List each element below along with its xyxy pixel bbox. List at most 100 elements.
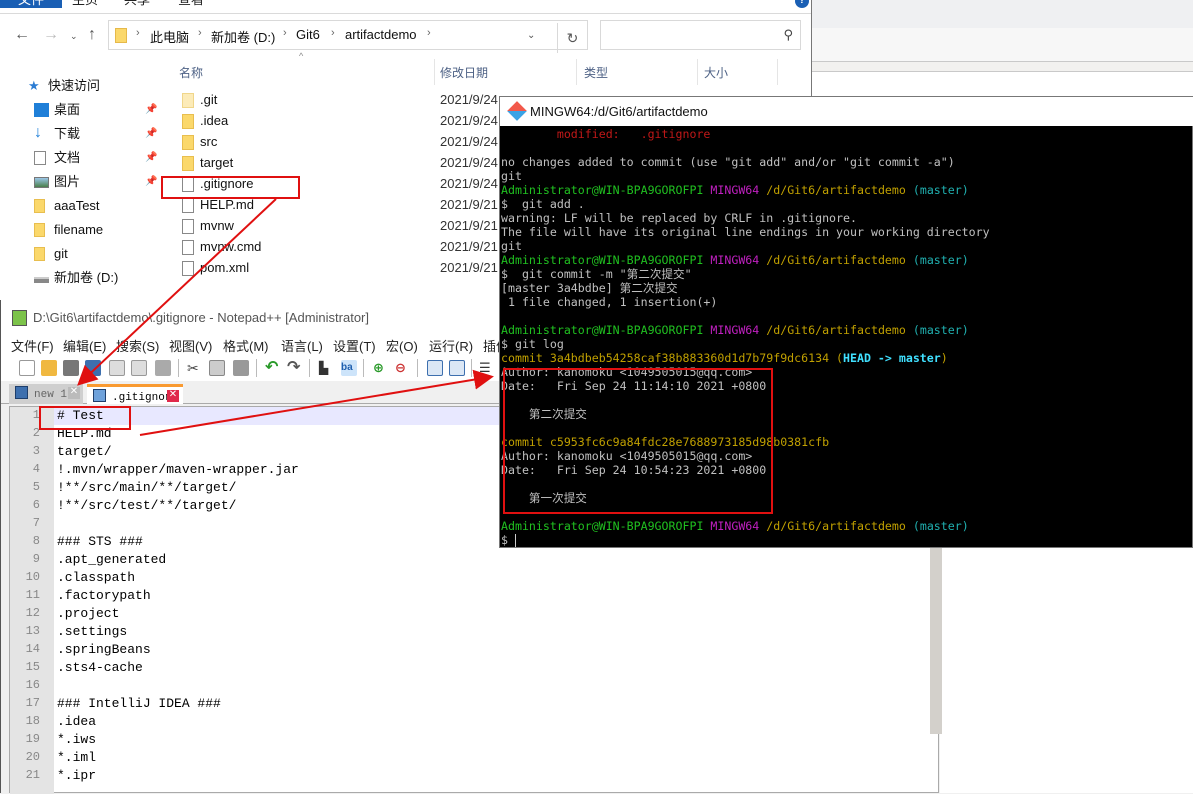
menu-run[interactable]: 运行(R) bbox=[429, 336, 473, 355]
ribbon-tab-home[interactable]: 主页 bbox=[72, 0, 98, 8]
open-file-icon[interactable] bbox=[41, 360, 57, 376]
menu-edit[interactable]: 编辑(E) bbox=[63, 336, 106, 355]
navigation-pane: ★ 快速访问 桌面 📌 ↓ 下载 📌 文档 📌 图片 📌 aaaTest fil… bbox=[28, 78, 158, 285]
line-number: 12 bbox=[25, 606, 40, 620]
print-icon[interactable] bbox=[155, 360, 171, 376]
breadcrumb-item[interactable]: 新加卷 (D:) bbox=[211, 27, 275, 46]
pin-icon[interactable]: 📌 bbox=[145, 152, 157, 163]
pin-icon[interactable]: 📌 bbox=[145, 176, 157, 187]
file-name: HELP.md bbox=[200, 197, 254, 212]
menu-settings[interactable]: 设置(T) bbox=[333, 336, 376, 355]
menu-language[interactable]: 语言(L) bbox=[281, 336, 323, 355]
copy-icon[interactable] bbox=[209, 360, 225, 376]
file-date: 2021/9/24 bbox=[440, 134, 498, 149]
chevron-down-icon[interactable]: ⌄ bbox=[527, 30, 535, 41]
ribbon-tab-view[interactable]: 查看 bbox=[178, 0, 204, 8]
terminal-line: git bbox=[501, 239, 522, 253]
pictures-icon bbox=[34, 177, 49, 188]
tab-new-1[interactable]: new 1 ✕ bbox=[9, 384, 83, 404]
sync-vertical-icon[interactable] bbox=[427, 360, 443, 376]
close-tab-icon[interactable]: ✕ bbox=[68, 387, 80, 399]
line-number: 2 bbox=[32, 426, 40, 440]
menu-format[interactable]: 格式(M) bbox=[223, 336, 269, 355]
file-date: 2021/9/24 bbox=[440, 92, 498, 107]
terminal-title: MINGW64:/d/Git6/artifactdemo bbox=[530, 104, 708, 119]
code-line: .project bbox=[57, 606, 120, 621]
code-line: *.iml bbox=[57, 750, 97, 765]
file-date: 2021/9/24 bbox=[440, 113, 498, 128]
find-icon[interactable]: ▙ bbox=[319, 360, 335, 376]
up-button[interactable]: ↑ bbox=[88, 26, 96, 44]
folder-icon bbox=[182, 93, 194, 108]
refresh-button[interactable]: ↻ bbox=[557, 23, 587, 53]
file-name: .git bbox=[200, 92, 218, 107]
line-number: 16 bbox=[25, 678, 40, 692]
word-wrap-icon[interactable]: ☰ bbox=[479, 360, 495, 376]
file-name: mvnw bbox=[200, 218, 234, 233]
new-file-icon[interactable] bbox=[19, 360, 35, 376]
file-icon bbox=[182, 198, 194, 213]
folder-icon bbox=[115, 28, 127, 43]
line-number: 4 bbox=[32, 462, 40, 476]
search-input[interactable]: ⚲ bbox=[600, 20, 801, 50]
zoom-in-icon[interactable]: ⊕ bbox=[373, 360, 389, 376]
terminal-line: 1 file changed, 1 insertion(+) bbox=[501, 295, 718, 309]
column-header-name[interactable]: 名称 bbox=[179, 64, 203, 81]
column-header-date[interactable]: 修改日期 bbox=[440, 64, 488, 81]
annotation-box-git-log bbox=[503, 368, 773, 514]
column-header-size[interactable]: 大小 bbox=[704, 64, 728, 81]
code-line: .apt_generated bbox=[57, 552, 167, 567]
close-all-icon[interactable] bbox=[131, 360, 147, 376]
code-line: .classpath bbox=[57, 570, 136, 585]
xml-file-icon bbox=[182, 261, 194, 276]
menu-search[interactable]: 搜索(S) bbox=[116, 336, 159, 355]
line-number: 19 bbox=[25, 732, 40, 746]
notepad-app-icon bbox=[12, 310, 27, 326]
cmd-file-icon bbox=[182, 240, 194, 255]
save-all-icon[interactable] bbox=[85, 360, 101, 376]
line-number-gutter: 1 2 3 4 5 6 7 8 9 10 11 12 13 14 15 16 17 18 19 20 21 bbox=[10, 407, 54, 794]
line-number: 14 bbox=[25, 642, 40, 656]
undo-icon[interactable]: ↶ bbox=[265, 360, 281, 376]
line-number: 8 bbox=[32, 534, 40, 548]
file-date: 2021/9/21 bbox=[440, 239, 498, 254]
line-number: 20 bbox=[25, 750, 40, 764]
pin-icon[interactable]: 📌 bbox=[145, 128, 157, 139]
menu-macro[interactable]: 宏(O) bbox=[386, 336, 418, 355]
back-button[interactable]: ← bbox=[14, 26, 30, 44]
close-icon[interactable] bbox=[109, 360, 125, 376]
breadcrumb-item[interactable]: 此电脑 bbox=[150, 27, 189, 46]
zoom-out-icon[interactable]: ⊖ bbox=[395, 360, 411, 376]
terminal-input[interactable]: $ bbox=[501, 533, 516, 547]
navigation-bar: ← → ⌄ ↑ › 此电脑 › 新加卷 (D:) › Git6 › artifa… bbox=[0, 18, 811, 54]
column-header-type[interactable]: 类型 bbox=[584, 64, 608, 81]
save-icon[interactable] bbox=[63, 360, 79, 376]
paste-icon[interactable] bbox=[233, 360, 249, 376]
line-number: 18 bbox=[25, 714, 40, 728]
sort-ascending-icon: ^ bbox=[299, 51, 304, 61]
pin-icon[interactable]: 📌 bbox=[145, 104, 157, 115]
address-bar[interactable]: › 此电脑 › 新加卷 (D:) › Git6 › artifactdemo ›… bbox=[108, 20, 588, 53]
redo-icon[interactable]: ↷ bbox=[287, 360, 303, 376]
menu-file[interactable]: 文件(F) bbox=[11, 336, 54, 355]
ribbon-tab-share[interactable]: 共享 bbox=[124, 0, 150, 8]
menu-view[interactable]: 视图(V) bbox=[169, 336, 212, 355]
cut-icon[interactable]: ✂ bbox=[187, 360, 203, 376]
breadcrumb-item[interactable]: Git6 bbox=[296, 27, 320, 42]
help-icon[interactable]: ? bbox=[795, 0, 809, 8]
close-tab-icon[interactable]: ✕ bbox=[167, 390, 179, 402]
text-cursor bbox=[514, 534, 516, 547]
replace-icon[interactable]: ba bbox=[341, 360, 357, 376]
drive-icon bbox=[34, 277, 49, 283]
line-number: 21 bbox=[25, 768, 40, 782]
search-icon: ⚲ bbox=[783, 27, 793, 42]
recent-dropdown[interactable]: ⌄ bbox=[70, 31, 78, 42]
sync-horizontal-icon[interactable] bbox=[449, 360, 465, 376]
tab-gitignore[interactable]: .gitignore ✕ bbox=[87, 384, 183, 404]
line-number: 5 bbox=[32, 480, 40, 494]
forward-button[interactable]: → bbox=[43, 26, 59, 44]
ribbon-tab-file[interactable]: 文件 bbox=[0, 0, 63, 8]
code-line: !**/src/test/**/target/ bbox=[57, 498, 237, 513]
breadcrumb-item[interactable]: artifactdemo bbox=[345, 27, 417, 42]
folder-icon bbox=[34, 223, 45, 237]
